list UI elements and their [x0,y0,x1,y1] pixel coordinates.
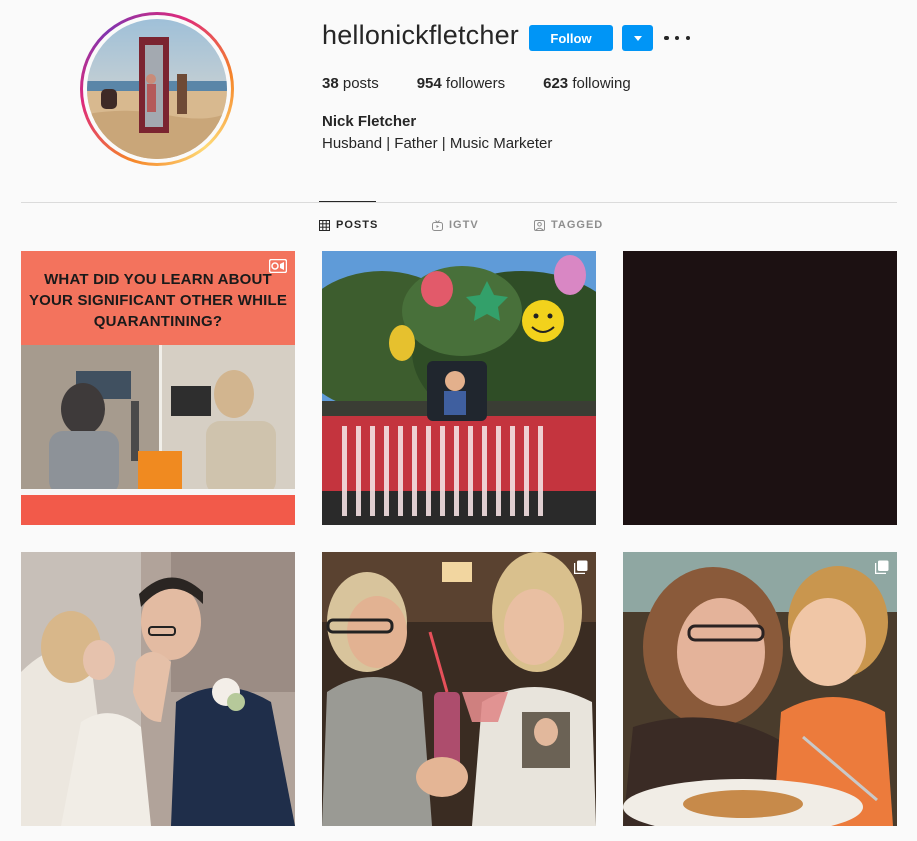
tab-posts-label: POSTS [336,219,379,231]
profile-full-name: Nick Fletcher [322,113,417,130]
following-stat[interactable]: 623 following [543,75,631,92]
post-restaurant-drinks[interactable] [322,552,596,826]
avatar-gap [83,15,231,163]
follow-button[interactable]: Follow [529,25,613,51]
post-overlay-text: WHAT DID YOU LEARN ABOUT YOUR SIGNIFICAN… [21,269,295,332]
followers-stat[interactable]: 954 followers [417,75,505,92]
following-count: 623 [543,75,569,92]
posts-label: posts [342,75,379,92]
overlay-line: YOUR SIGNIFICANT OTHER WHILE [28,292,288,309]
overlay-line: QUARANTINING? [93,313,223,330]
post-quarantine-video[interactable]: WHAT DID YOU LEARN ABOUT YOUR SIGNIFICAN… [21,251,295,525]
more-options-icon [664,35,669,41]
tabs-divider [21,202,897,203]
post-wedding-kiss[interactable] [21,552,295,826]
tab-posts[interactable]: POSTS [319,219,378,231]
igtv-icon [432,219,443,231]
tab-tagged-label: TAGGED [551,219,604,231]
profile-username: hellonickfletcher [322,20,520,50]
chevron-down-icon [633,35,642,41]
avatar-image [87,19,227,159]
tab-igtv[interactable]: IGTV [432,219,479,231]
tab-igtv-label: IGTV [449,219,479,231]
overlay-line: WHAT DID YOU LEARN ABOUT [44,271,272,288]
active-tab-indicator [319,201,376,202]
followers-count: 954 [416,75,442,92]
post-truck-balloons[interactable] [322,251,596,525]
posts-stat: 38 posts [322,75,379,92]
following-label: following [572,75,631,92]
tab-tagged[interactable]: TAGGED [534,219,603,231]
suggestions-dropdown-button[interactable] [622,25,653,51]
profile-bio: Husband | Father | Music Marketer [322,135,553,152]
grid-icon [319,219,330,231]
followers-label: followers [445,75,506,92]
video-icon [269,259,287,273]
carousel-icon [875,560,889,574]
profile-avatar[interactable] [80,12,234,166]
more-options-icon [685,35,690,41]
tagged-icon [534,219,545,231]
post-mother-child[interactable] [623,552,897,826]
more-options-button[interactable] [664,30,690,46]
carousel-icon [574,560,588,574]
posts-count: 38 [322,75,339,92]
profile-stats: 38 posts 954 followers 623 following [322,75,669,92]
more-options-icon [674,35,680,41]
post-dark-photo[interactable] [623,251,897,525]
